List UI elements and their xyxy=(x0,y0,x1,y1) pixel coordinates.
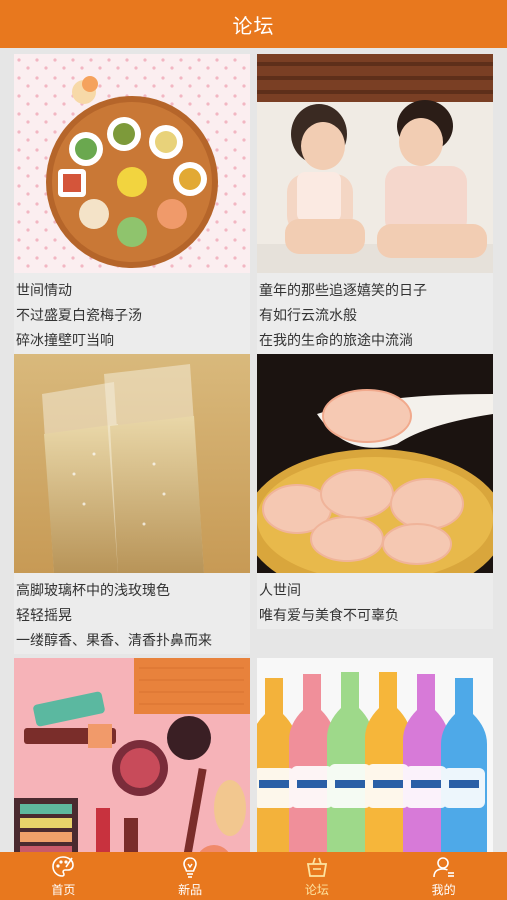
page-title: 论坛 xyxy=(232,13,275,38)
post-line: 不过盛夏白瓷梅子汤 xyxy=(16,308,142,324)
post-line: 世间情动 xyxy=(16,283,72,299)
post-image-makeup[interactable] xyxy=(14,658,250,852)
tab-home[interactable]: 首页 xyxy=(0,852,127,900)
basket-icon xyxy=(306,857,327,877)
tab-forum[interactable]: 论坛 xyxy=(254,852,381,900)
post-card[interactable]: 童年的那些追逐嬉笑的日子 有如行云流水般 在我的生命的旅途中流淌 xyxy=(257,54,493,354)
post-image-shrimp-dumplings[interactable] xyxy=(257,354,493,573)
post-line: 轻轻摇晃 xyxy=(16,608,72,624)
bottom-tab-bar: 首页 新品 论坛 我的 xyxy=(0,852,507,900)
post-image-champagne[interactable] xyxy=(14,354,250,573)
post-image-dessert-plate[interactable] xyxy=(14,54,250,273)
post-line: 碎冰撞壁叮当响 xyxy=(16,333,114,349)
post-line: 高脚玻璃杯中的浅玫瑰色 xyxy=(16,583,170,599)
post-card[interactable] xyxy=(14,658,250,852)
post-card[interactable]: 人世间 唯有爱与美食不可辜负 xyxy=(257,354,493,629)
lightbulb-icon xyxy=(183,857,197,878)
tab-label: 我的 xyxy=(431,883,456,897)
post-line: 有如行云流水般 xyxy=(259,308,357,324)
post-line: 人世间 xyxy=(259,583,301,599)
post-image-bottled-drinks[interactable] xyxy=(257,658,493,852)
palette-icon xyxy=(52,856,75,877)
post-line: 唯有爱与美食不可辜负 xyxy=(259,608,399,624)
user-icon xyxy=(432,857,454,878)
tab-me[interactable]: 我的 xyxy=(380,852,507,900)
post-card[interactable] xyxy=(257,658,493,852)
page-header: 论坛 xyxy=(0,0,507,48)
post-line: 童年的那些追逐嬉笑的日子 xyxy=(259,283,427,299)
post-grid: 世间情动 不过盛夏白瓷梅子汤 碎冰撞壁叮当响 童年的那些追逐嬉笑的日子 有如行云… xyxy=(0,48,507,852)
post-line: 一缕醇香、果香、清香扑鼻而来 xyxy=(16,633,212,649)
tab-label: 论坛 xyxy=(304,883,329,897)
post-line: 在我的生命的旅途中流淌 xyxy=(259,333,413,349)
post-image-children[interactable] xyxy=(257,54,493,273)
post-card[interactable]: 高脚玻璃杯中的浅玫瑰色 轻轻摇晃 一缕醇香、果香、清香扑鼻而来 xyxy=(14,354,250,654)
tab-label: 首页 xyxy=(51,883,76,897)
tab-new[interactable]: 新品 xyxy=(127,852,254,900)
post-card[interactable]: 世间情动 不过盛夏白瓷梅子汤 碎冰撞壁叮当响 xyxy=(14,54,250,354)
tab-label: 新品 xyxy=(178,883,203,897)
